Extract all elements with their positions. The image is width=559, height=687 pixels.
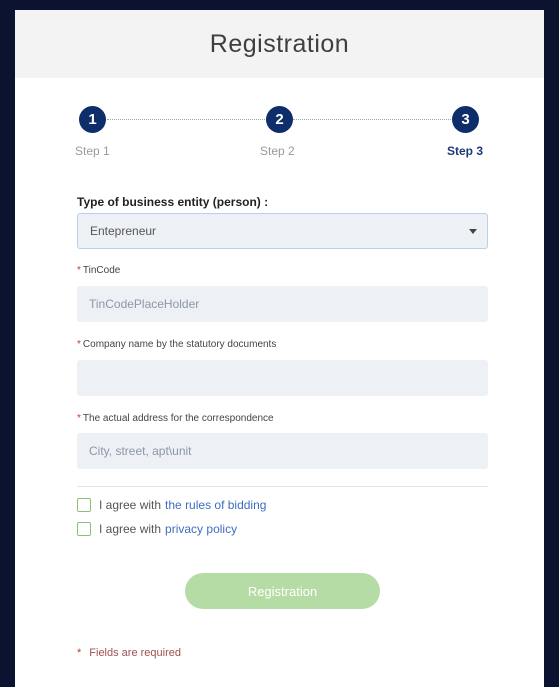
- company-name-label: * Company name by the statutory documents: [77, 339, 276, 350]
- step-1-indicator[interactable]: 1: [79, 106, 106, 133]
- step-2-label: Step 2: [260, 144, 295, 158]
- tincode-input[interactable]: TinCodePlaceHolder: [77, 286, 488, 322]
- step-3-indicator[interactable]: 3: [452, 106, 479, 133]
- required-star: *: [77, 265, 81, 276]
- step-connector-1: [107, 119, 265, 120]
- address-placeholder: City, street, apt\unit: [89, 444, 192, 458]
- agree-bidding-row: I agree with the rules of bidding: [77, 497, 266, 513]
- address-label-text: The actual address for the correspondenc…: [82, 413, 274, 424]
- privacy-policy-link[interactable]: privacy policy: [165, 522, 237, 536]
- chevron-down-icon: [469, 229, 477, 234]
- tincode-label: * TinCode: [77, 265, 120, 276]
- agree-bidding-checkbox[interactable]: [77, 498, 91, 512]
- agree-bidding-text: I agree with: [99, 498, 162, 512]
- required-fields-note: * Fields are required: [77, 647, 181, 659]
- registration-submit-button[interactable]: Registration: [185, 573, 380, 609]
- company-name-input[interactable]: [77, 360, 488, 396]
- tincode-placeholder: TinCodePlaceHolder: [89, 297, 200, 311]
- address-input[interactable]: City, street, apt\unit: [77, 433, 488, 469]
- step-1-label: Step 1: [75, 144, 110, 158]
- step-2-indicator[interactable]: 2: [266, 106, 293, 133]
- agree-privacy-checkbox[interactable]: [77, 522, 91, 536]
- tincode-label-text: TinCode: [82, 265, 121, 276]
- required-star: *: [77, 413, 81, 424]
- address-label: * The actual address for the corresponden…: [77, 413, 274, 424]
- entity-type-select[interactable]: Entepreneur: [77, 213, 488, 249]
- page-title: Registration: [209, 29, 350, 58]
- required-star: *: [77, 339, 81, 350]
- entity-type-value: Entepreneur: [90, 224, 157, 238]
- header: Registration: [15, 10, 544, 78]
- required-fields-text: Fields are required: [89, 647, 181, 659]
- step-connector-2: [293, 119, 451, 120]
- stepper: 1 Step 1 2 Step 2 3 Step 3: [15, 78, 544, 168]
- registration-card: Registration 1 Step 1 2 Step 2 3 Step 3 …: [15, 10, 544, 687]
- agree-privacy-text: I agree with: [99, 522, 162, 536]
- form-divider: [77, 486, 488, 487]
- rules-of-bidding-link[interactable]: the rules of bidding: [165, 498, 266, 512]
- company-name-label-text: Company name by the statutory documents: [82, 339, 277, 350]
- required-star: *: [77, 647, 82, 659]
- agree-privacy-row: I agree with privacy policy: [77, 521, 237, 537]
- entity-type-label: Type of business entity (person) :: [77, 195, 269, 209]
- step-3-label: Step 3: [447, 144, 484, 158]
